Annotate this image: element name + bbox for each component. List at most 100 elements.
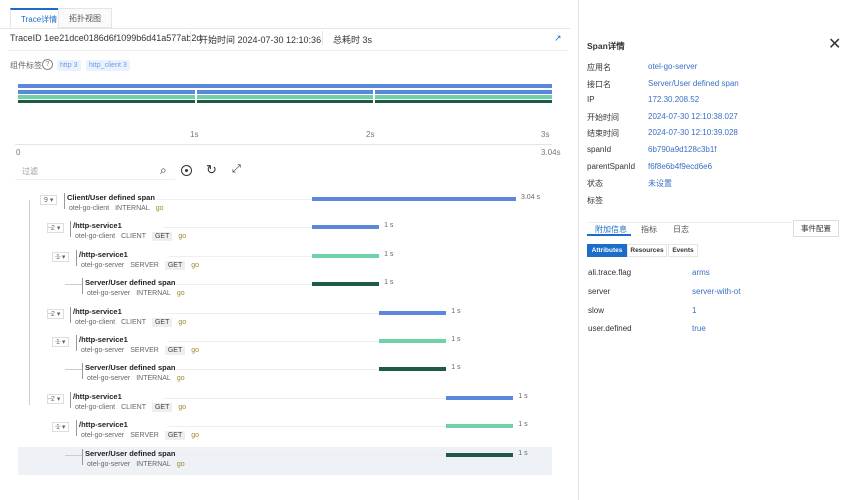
- subtab-events[interactable]: Events: [668, 244, 698, 257]
- field-label: spanId: [587, 145, 612, 154]
- collapse-toggle[interactable]: 2 ▾: [47, 223, 65, 234]
- span-duration-bar[interactable]: [379, 339, 447, 343]
- service-name: otel-go-client: [75, 233, 116, 241]
- span-duration-bar[interactable]: [379, 310, 447, 315]
- span-meta: otel-go-server SERVER GET go: [81, 346, 205, 355]
- tag-http-client[interactable]: http_client 3: [86, 60, 130, 71]
- collapse-toggle[interactable]: 2 ▾: [47, 308, 65, 319]
- span-kind: SERVER: [130, 261, 159, 269]
- search-icon[interactable]: ⌕: [160, 163, 167, 178]
- field-value[interactable]: 2024-07-30 12:10:39.028: [648, 128, 738, 137]
- question-circle-icon[interactable]: ?: [42, 59, 53, 70]
- span-row[interactable]: Server/User defined span otel-go-server IN…: [18, 361, 552, 389]
- language-badge: go: [178, 233, 187, 241]
- external-link-icon[interactable]: ↗: [554, 33, 562, 44]
- tab-topology[interactable]: 拓扑视图: [58, 8, 112, 28]
- field-value[interactable]: 未设置: [648, 178, 672, 189]
- span-name: Client/User defined span: [67, 193, 155, 202]
- span-name: Server/User defined span: [85, 278, 176, 288]
- span-duration-bar[interactable]: [312, 282, 380, 287]
- field-value[interactable]: 2024-07-30 12:10:38.027: [648, 112, 738, 121]
- language-badge: go: [178, 318, 187, 326]
- span-row[interactable]: 2 ▾ /http-service1 otel-go-client CLIENT GET…: [18, 305, 552, 333]
- tick-1s: 1s: [190, 130, 199, 139]
- span-row[interactable]: 1 ▾ /http-service1 otel-go-server SERVER GET…: [18, 248, 552, 276]
- expand-icon[interactable]: ⤢: [232, 163, 241, 176]
- span-kind: CLIENT: [121, 403, 146, 411]
- span-duration-bar[interactable]: [312, 225, 380, 230]
- language-badge: go: [191, 347, 200, 354]
- field-label: 开始时间: [587, 112, 619, 122]
- language-badge: go: [191, 261, 200, 269]
- subtab-attributes[interactable]: Attributes: [587, 244, 627, 257]
- span-row[interactable]: 2 ▾ /http-service1 otel-go-client CLIENT GET…: [18, 219, 552, 247]
- span-row[interactable]: 2 ▾ /http-service1 otel-go-client CLIENT GET…: [18, 390, 552, 418]
- field-value[interactable]: 6b790a9d128c3b1f: [648, 145, 717, 154]
- span-detail-panel: Span详情 ✕ 应用名 otel-go-server 接口名 Server/User…: [578, 0, 868, 500]
- tab-extra-info[interactable]: 附加信息: [595, 224, 627, 235]
- service-name: otel-go-server: [81, 347, 125, 354]
- field-label: 结束时间: [587, 129, 619, 139]
- span-name: /http-service1: [73, 306, 122, 316]
- field-value[interactable]: Server/User defined span: [648, 79, 739, 88]
- divider: [0, 28, 570, 29]
- filter-input[interactable]: 过滤: [15, 162, 175, 180]
- span-row[interactable]: 1 ▾ /http-service1 otel-go-server SERVER GET…: [18, 333, 552, 361]
- span-meta: otel-go-client CLIENT GET go: [75, 232, 192, 242]
- span-kind: CLIENT: [121, 318, 146, 326]
- span-duration-label: 1 s: [518, 449, 528, 457]
- method-badge: GET: [164, 260, 186, 270]
- span-meta: otel-go-server INTERNAL go: [87, 290, 191, 297]
- span-name: Server/User defined span: [85, 363, 176, 373]
- method-badge: GET: [151, 317, 173, 327]
- span-duration-bar[interactable]: [446, 452, 514, 457]
- event-config-button[interactable]: 事件配置: [793, 220, 839, 237]
- attribute-value: 1: [692, 305, 697, 315]
- field-value[interactable]: f6f8e6b4f9ecd6e6: [648, 162, 712, 171]
- method-badge: GET: [164, 431, 186, 441]
- attribute-value: true: [692, 324, 706, 334]
- span-duration-bar[interactable]: [312, 253, 380, 258]
- component-tags-label: 组件标签: [10, 61, 42, 70]
- tag-http[interactable]: http 3: [57, 60, 81, 71]
- span-duration-bar[interactable]: [379, 367, 447, 372]
- span-row[interactable]: Server/User defined span otel-go-server IN…: [18, 276, 552, 304]
- collapse-toggle[interactable]: 2 ▾: [47, 393, 65, 404]
- collapse-toggle[interactable]: 9 ▾: [40, 195, 58, 205]
- span-duration-bar[interactable]: [446, 424, 514, 429]
- refresh-icon[interactable]: ↻: [206, 162, 217, 178]
- field-label: 标签: [587, 195, 603, 205]
- close-icon[interactable]: ✕: [828, 34, 841, 54]
- collapse-toggle[interactable]: 1 ▾: [52, 337, 70, 347]
- subtab-resources[interactable]: Resources: [627, 244, 667, 257]
- span-row[interactable]: 1 ▾ /http-service1 otel-go-server SERVER GET…: [18, 418, 552, 446]
- span-name: /http-service1: [79, 420, 128, 430]
- field-label: 应用名: [587, 63, 611, 72]
- tab-metrics[interactable]: 指标: [641, 224, 657, 235]
- span-duration-bar[interactable]: [312, 197, 516, 201]
- language-badge: go: [155, 205, 164, 212]
- span-duration-bar[interactable]: [446, 395, 514, 400]
- tick-2s: 2s: [366, 130, 375, 139]
- span-name: /http-service1: [79, 335, 128, 344]
- service-name: otel-go-server: [87, 460, 131, 468]
- span-duration-label: 3.04 s: [520, 194, 541, 201]
- method-badge: GET: [151, 402, 173, 412]
- span-duration-label: 1 s: [384, 222, 394, 230]
- field-label: 接口名: [587, 79, 611, 89]
- service-name: otel-go-client: [75, 318, 116, 326]
- span-duration-label: 1 s: [384, 279, 394, 287]
- collapse-toggle[interactable]: 1 ▾: [52, 422, 70, 433]
- field-label: parentSpanId: [587, 161, 636, 171]
- span-meta: otel-go-server INTERNAL go: [87, 461, 191, 468]
- span-duration-label: 1 s: [518, 392, 528, 400]
- span-row[interactable]: Server/User defined span otel-go-server IN…: [18, 446, 552, 475]
- span-row[interactable]: 9 ▾ Client/User defined span otel-go-clien…: [18, 191, 552, 219]
- language-badge: go: [191, 432, 200, 440]
- span-meta: otel-go-server SERVER GET go: [81, 431, 205, 441]
- collapse-toggle[interactable]: 1 ▾: [52, 251, 70, 262]
- locate-icon[interactable]: [181, 165, 192, 176]
- field-value[interactable]: otel-go-server: [648, 62, 697, 71]
- field-value[interactable]: 172.30.208.52: [648, 95, 699, 104]
- tab-logs[interactable]: 日志: [673, 224, 689, 235]
